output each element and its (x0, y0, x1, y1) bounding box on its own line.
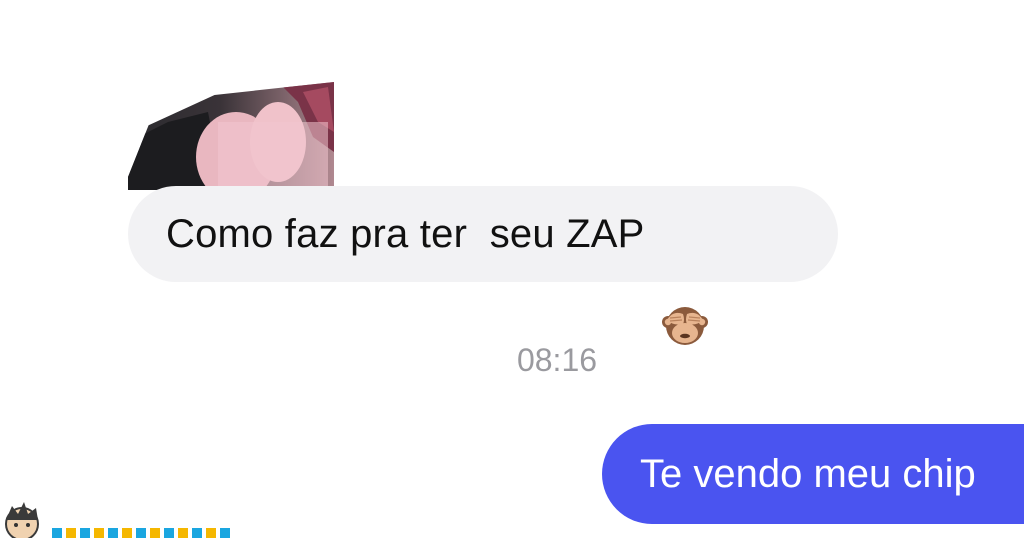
watermark-logo (0, 498, 240, 538)
incoming-message-bubble[interactable]: Como faz pra ter seu ZAP (128, 186, 838, 345)
photo-image (128, 82, 334, 190)
shared-photo-thumbnail[interactable] (128, 82, 334, 190)
see-no-evil-monkey-icon (661, 210, 709, 345)
outgoing-message-bubble[interactable]: Te vendo meu chip (602, 424, 1024, 524)
message-timestamp: 08:16 (516, 342, 598, 378)
chat-screen: Como faz pra ter seu ZAP 08:16 Te vendo … (0, 0, 1024, 538)
incoming-message-text: Como faz pra ter seu ZAP (166, 211, 645, 256)
outgoing-message-text: Te vendo meu chip (640, 451, 976, 496)
